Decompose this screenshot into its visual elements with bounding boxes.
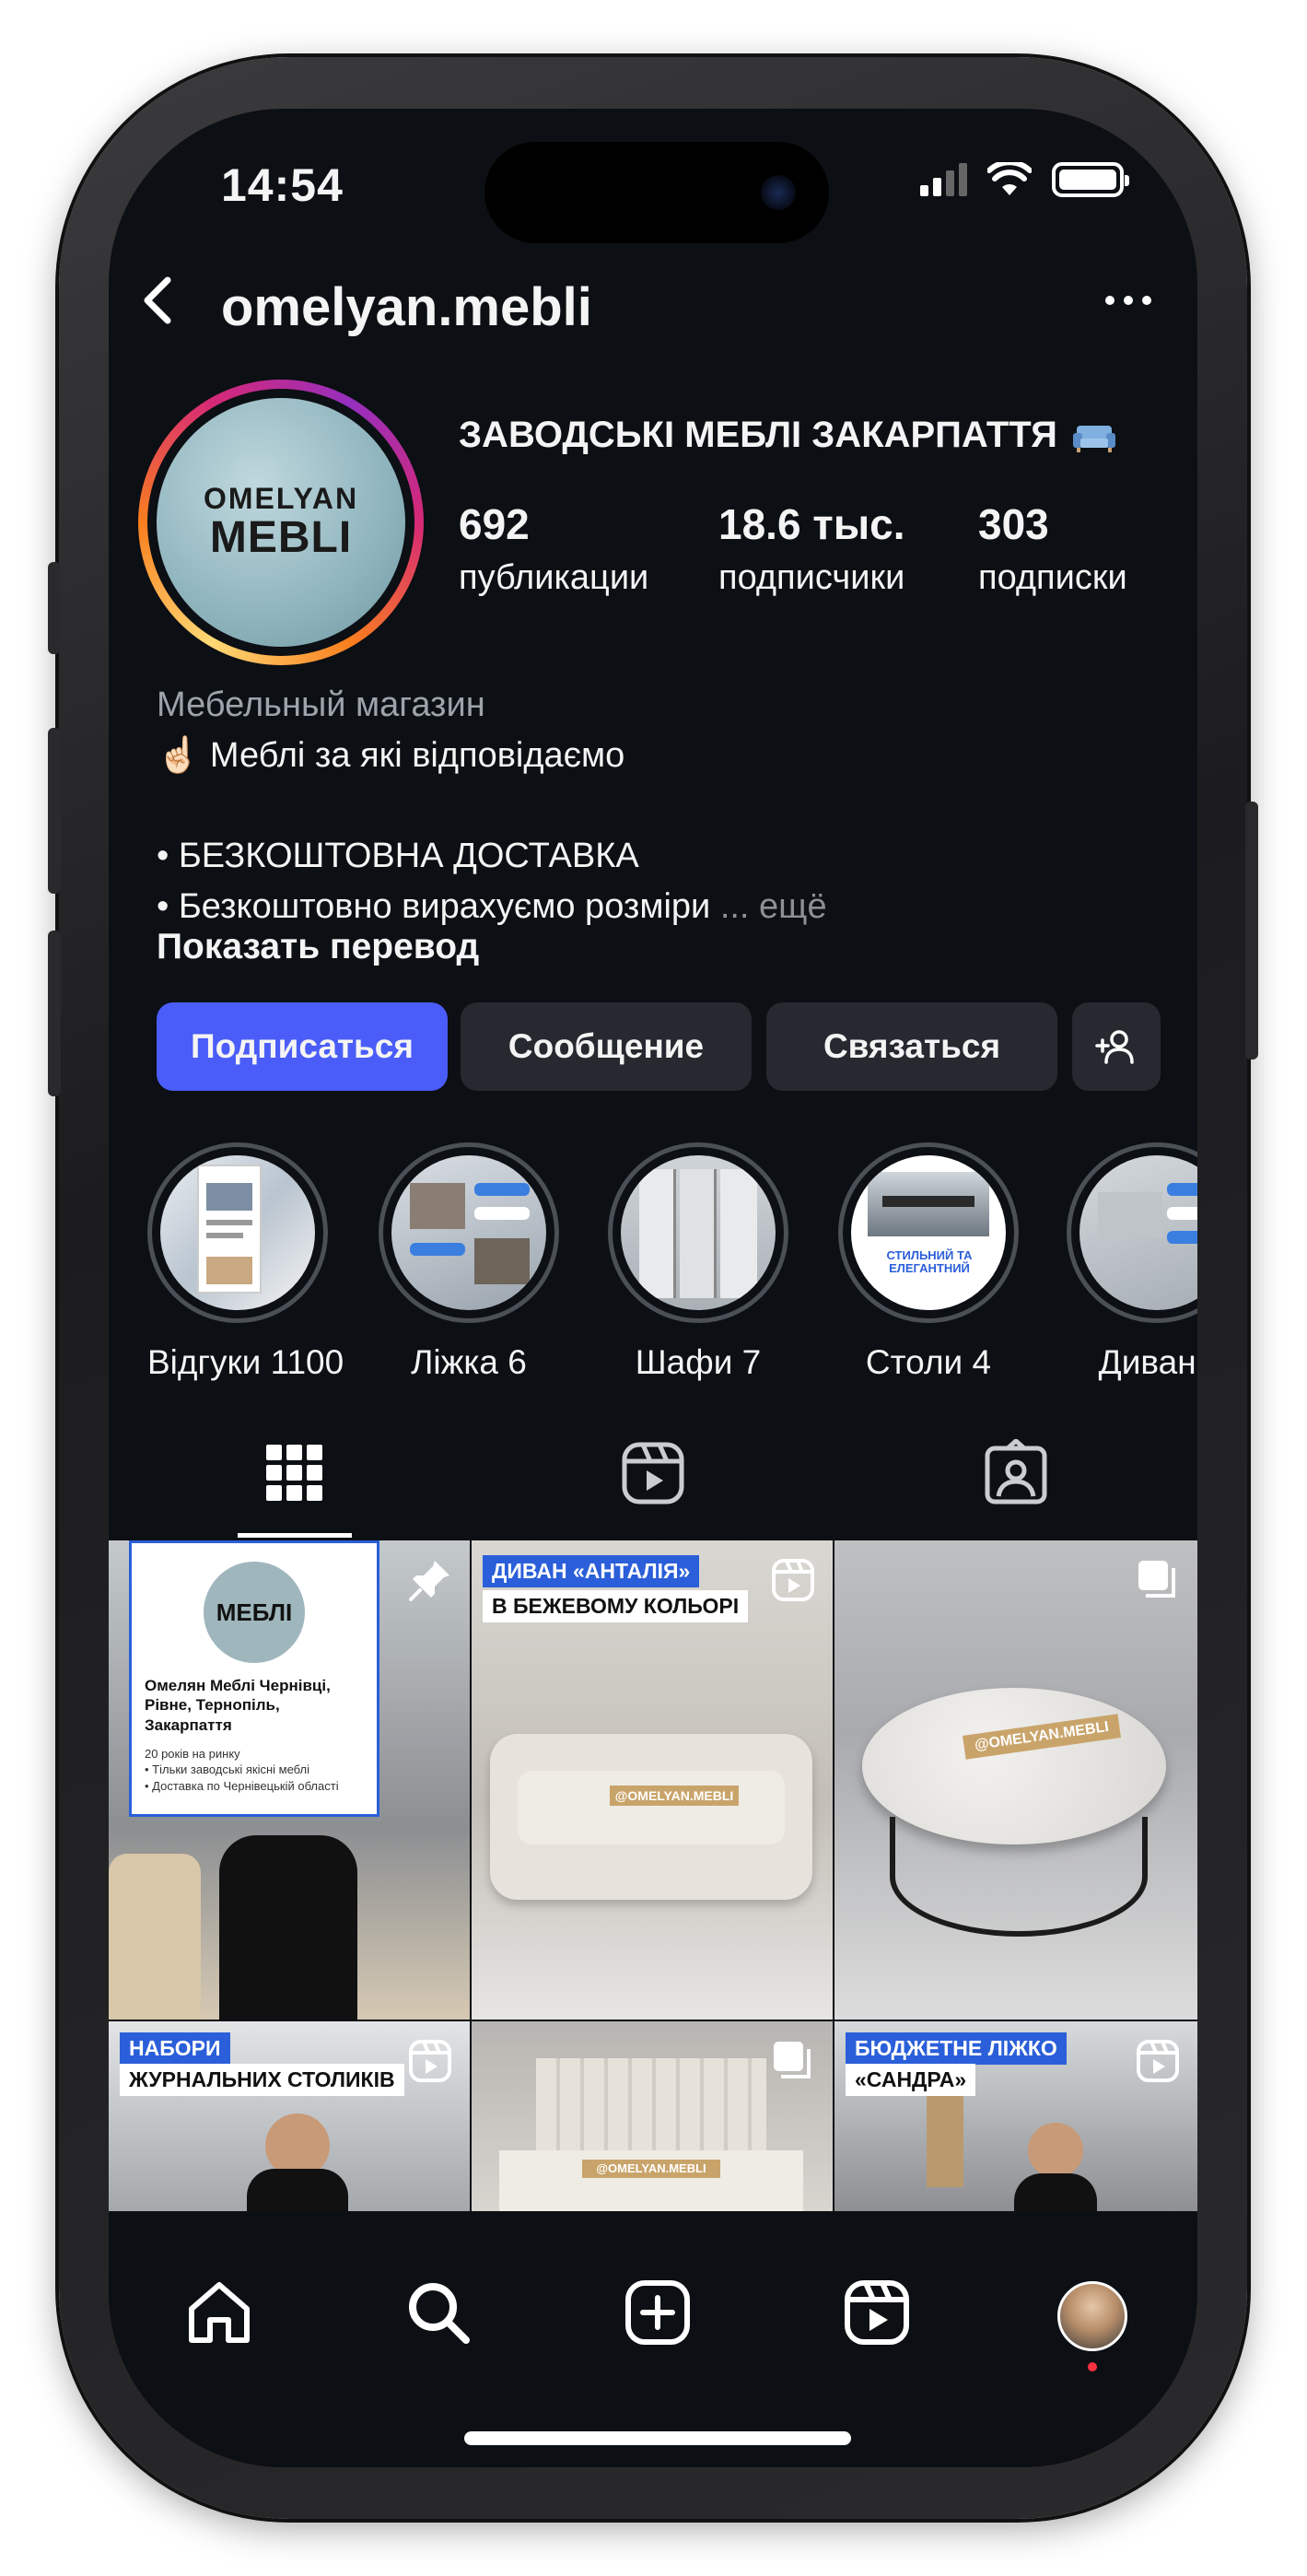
reel-icon: [1137, 2040, 1179, 2082]
bio-line: • БЕЗКОШТОВНА ДОСТАВКА: [157, 837, 639, 875]
post-banner: В БЕЖЕВОМУ КОЛЬОРІ: [483, 1590, 749, 1622]
highlight-thumbnail: [1079, 1155, 1197, 1310]
add-user-button[interactable]: [1072, 1002, 1161, 1091]
post-tile[interactable]: @OMELYAN.MEBLI ДИВАН «АНТАЛІЯ» В БЕЖЕВОМ…: [472, 1540, 833, 2020]
message-button[interactable]: Сообщение: [461, 1002, 752, 1091]
home-indicator[interactable]: [464, 2431, 851, 2445]
show-translation-link[interactable]: Показать перевод: [157, 927, 479, 967]
post-tile[interactable]: @OMELYAN.MEBLI: [472, 2021, 833, 2211]
sofa-icon: [1073, 426, 1116, 453]
cellular-signal-icon: [920, 163, 967, 196]
action-button: [48, 562, 61, 654]
back-icon[interactable]: [131, 273, 186, 328]
overlay-logo: МЕБЛІ: [204, 1562, 305, 1663]
battery-icon: [1052, 162, 1129, 197]
post-tile[interactable]: НАБОРИ ЖУРНАЛЬНИХ СТОЛИКІВ: [109, 2021, 470, 2211]
status-time: 14:54: [221, 159, 344, 211]
camera-icon: [761, 175, 796, 210]
screen: 14:54 omelyan.mebli OMELYAN MEBLI ЗАВОДС…: [109, 109, 1197, 2467]
bio-line-truncated: • Безкоштовно вирахуємо розміри ... ещё: [157, 887, 827, 926]
post-banner: НАБОРИ: [120, 2032, 230, 2065]
stat-posts[interactable]: 692 публикации: [459, 499, 648, 598]
profile-nav-avatar[interactable]: [1057, 2281, 1127, 2351]
profile-category: Мебельный магазин: [157, 685, 485, 724]
carousel-icon: [774, 2042, 811, 2078]
reels-tab-icon[interactable]: [619, 1439, 687, 1507]
post-banner: ЖУРНАЛЬНИХ СТОЛИКІВ: [120, 2064, 404, 2096]
search-icon[interactable]: [402, 2276, 475, 2349]
reels-icon[interactable]: [840, 2276, 914, 2349]
highlight-thumbnail: [391, 1155, 546, 1310]
home-icon[interactable]: [182, 2276, 256, 2349]
profile-avatar[interactable]: OMELYAN MEBLI: [138, 380, 424, 665]
avatar-logo: OMELYAN MEBLI: [157, 398, 405, 647]
highlight-tables[interactable]: СТИЛЬНИЙ ТА ЕЛЕГАНТНИЙ Столи 4: [838, 1142, 1019, 1382]
tagged-tab-icon[interactable]: [982, 1439, 1050, 1507]
post-tile[interactable]: @OMELYAN.MEBLI: [834, 1540, 1197, 2020]
post-banner: «САНДРА»: [846, 2064, 976, 2096]
reel-icon: [409, 2040, 451, 2082]
grid-icon[interactable]: [261, 1439, 329, 1507]
volume-down-button: [48, 931, 61, 1096]
overlay-title: Омелян Меблі Чернівці, Рівне, Тернопіль,…: [145, 1677, 331, 1734]
post-grid: МЕБЛІ Омелян Меблі Чернівці, Рівне, Терн…: [109, 1540, 1197, 2211]
post-banner: БЮДЖЕТНЕ ЛІЖКО: [846, 2032, 1067, 2065]
status-icons: [920, 162, 1129, 197]
highlight-reviews[interactable]: Відгуки 1100: [147, 1142, 344, 1382]
follow-button[interactable]: Подписаться: [157, 1002, 448, 1091]
highlight-wardrobes[interactable]: Шафи 7: [608, 1142, 788, 1382]
highlight-thumbnail: [621, 1155, 776, 1310]
highlight-beds[interactable]: Ліжка 6: [379, 1142, 559, 1382]
tab-active-indicator: [238, 1533, 352, 1538]
post-tile-pinned[interactable]: МЕБЛІ Омелян Меблі Чернівці, Рівне, Терн…: [109, 1540, 470, 2020]
bio-more-link[interactable]: ... ещё: [720, 887, 827, 926]
stat-following[interactable]: 303 подписки: [978, 499, 1127, 598]
profile-username: omelyan.mebli: [221, 277, 592, 337]
bio-line: ☝🏻 Меблі за які відповідаємо: [157, 736, 625, 775]
highlight-thumbnail: [160, 1155, 315, 1310]
dynamic-island: [484, 142, 829, 243]
display-name: ЗАВОДСЬКІ МЕБЛІ ЗАКАРПАТТЯ: [459, 415, 1117, 456]
volume-up-button: [48, 728, 61, 894]
pin-icon: [409, 1561, 449, 1601]
carousel-icon: [1138, 1561, 1175, 1598]
add-user-icon: [1095, 1030, 1134, 1064]
post-banner: ДИВАН «АНТАЛІЯ»: [483, 1555, 700, 1587]
more-options-icon[interactable]: [1105, 282, 1161, 319]
notification-dot: [1088, 2362, 1097, 2371]
post-tile[interactable]: БЮДЖЕТНЕ ЛІЖКО «САНДРА»: [834, 2021, 1197, 2211]
highlight-thumbnail: СТИЛЬНИЙ ТА ЕЛЕГАНТНИЙ: [851, 1155, 1006, 1310]
wifi-icon: [987, 162, 1032, 195]
stat-followers[interactable]: 18.6 тыс. подписчики: [718, 499, 905, 598]
highlight-sofas[interactable]: Дивани: [1067, 1142, 1197, 1382]
power-button: [1245, 802, 1258, 1060]
contact-button[interactable]: Связаться: [766, 1002, 1057, 1091]
reel-icon: [772, 1559, 814, 1601]
create-post-icon[interactable]: [621, 2276, 694, 2349]
